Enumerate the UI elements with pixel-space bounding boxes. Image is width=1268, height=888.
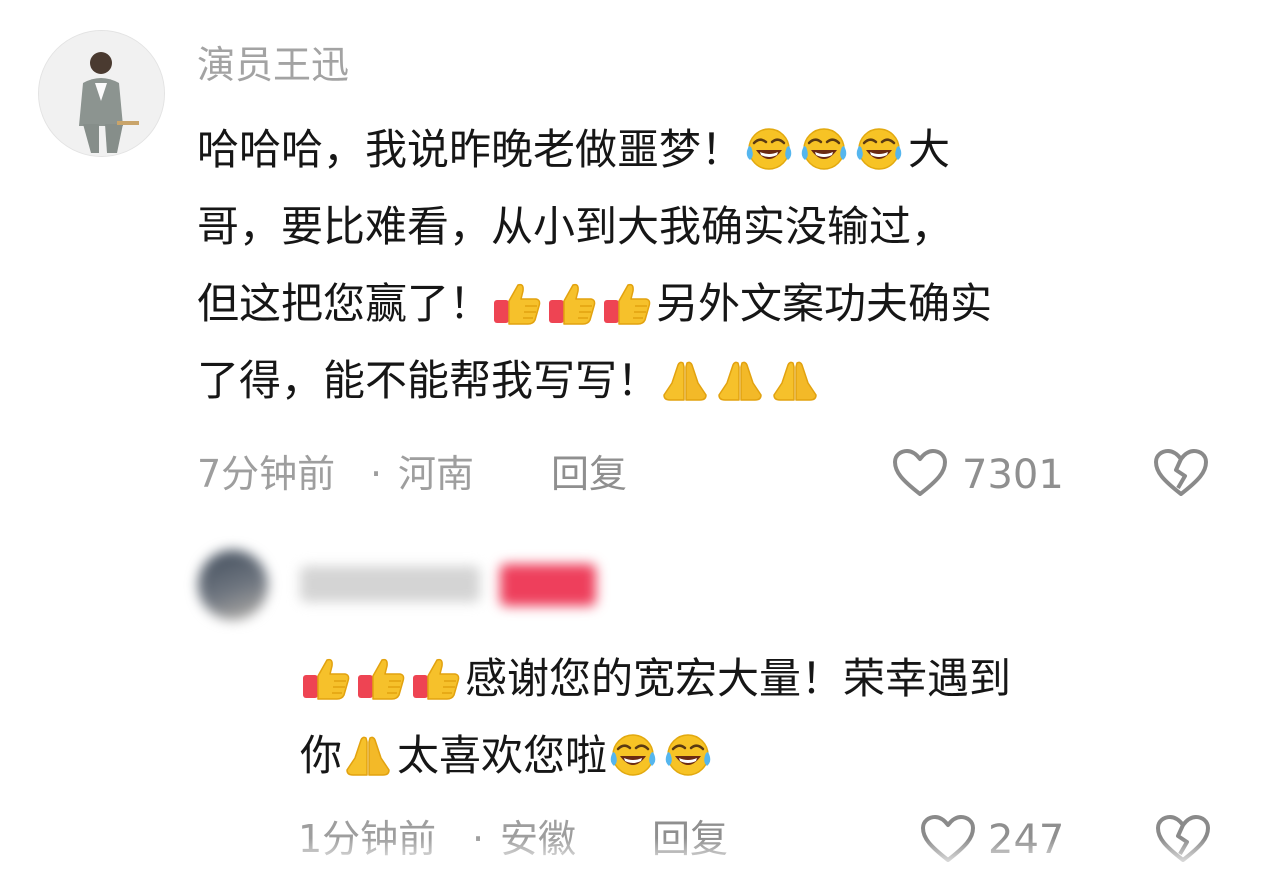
comment-text: 感谢您的宽宏大量！荣幸遇到你 太喜欢您啦 bbox=[300, 640, 1240, 794]
laugh-cry-emoji-icon bbox=[743, 119, 795, 170]
comment-username[interactable] bbox=[300, 566, 480, 602]
comment-location: 河南 bbox=[398, 452, 475, 496]
scroll-fade bbox=[0, 838, 1268, 888]
comment-text-segment: 太喜欢您啦 bbox=[397, 731, 608, 780]
thumbs-up-emoji-icon bbox=[355, 648, 407, 700]
like-count: 7301 bbox=[962, 452, 1064, 498]
comment-time: 7分钟前 bbox=[197, 452, 336, 496]
comment-text-line: 哥，要比难看，从小到大我确实没输过， bbox=[197, 188, 1237, 265]
meta-separator: · bbox=[370, 452, 383, 496]
avatar[interactable] bbox=[198, 550, 268, 620]
reply-comment-item: 感谢您的宽宏大量！荣幸遇到你太喜欢您啦 1分钟前 · 安徽 回复 247 bbox=[0, 520, 1268, 888]
thumbs-up-emoji-icon bbox=[491, 273, 543, 325]
comment-item: 演员王迅 哈哈哈，我说昨晚老做噩梦！ 大哥，要比难看，从小到大我确实没输过， 但这把… bbox=[0, 0, 1268, 520]
pray-emoji-icon bbox=[769, 350, 821, 401]
comment-username[interactable]: 演员王迅 bbox=[197, 46, 349, 84]
laugh-cry-emoji-icon bbox=[853, 119, 905, 170]
comment-text-segment: 但这把您赢了！ bbox=[197, 279, 492, 328]
thumbs-up-emoji-icon bbox=[300, 648, 352, 700]
comment-text-segment: 感谢您的宽宏大量！荣幸遇到 bbox=[465, 654, 1012, 703]
comment-text-line: 了得，能不能帮我写写！ bbox=[197, 342, 1237, 419]
thumbs-up-emoji-icon bbox=[546, 273, 598, 325]
pray-emoji-icon bbox=[342, 725, 394, 776]
comment-text: 哈哈哈，我说昨晚老做噩梦！ 大哥，要比难看，从小到大我确实没输过， 但这把您赢了！ 另… bbox=[197, 111, 1237, 419]
comment-text-line: 但这把您赢了！ 另外文案功夫确实 bbox=[197, 265, 1237, 342]
laugh-cry-emoji-icon bbox=[662, 725, 714, 776]
comment-text-segment: 你 bbox=[300, 731, 343, 780]
comment-text-segment: 哈哈哈，我说昨晚老做噩梦！ bbox=[197, 125, 744, 174]
reply-button[interactable]: 回复 bbox=[551, 455, 627, 493]
thumbs-up-emoji-icon bbox=[601, 273, 653, 325]
avatar-person-icon bbox=[39, 31, 164, 156]
comment-text-line: 你 太喜欢您啦 bbox=[300, 717, 1240, 794]
pray-emoji-icon bbox=[659, 350, 711, 401]
comment-text-segment: 哥，要比难看，从小到大我确实没输过， bbox=[197, 202, 954, 251]
avatar[interactable] bbox=[38, 30, 165, 157]
comment-text-segment: 大 bbox=[908, 125, 951, 174]
laugh-cry-emoji-icon bbox=[798, 119, 850, 170]
thumbs-up-emoji-icon bbox=[410, 648, 462, 700]
user-badge bbox=[500, 564, 596, 606]
pray-emoji-icon bbox=[714, 350, 766, 401]
comment-text-segment: 了得，能不能帮我写写！ bbox=[197, 356, 660, 405]
laugh-cry-emoji-icon bbox=[607, 725, 659, 776]
heart-icon[interactable] bbox=[892, 448, 948, 498]
comment-text-line: 哈哈哈，我说昨晚老做噩梦！ 大 bbox=[197, 111, 1237, 188]
comment-text-segment: 另外文案功夫确实 bbox=[656, 279, 993, 328]
comment-text-line: 感谢您的宽宏大量！荣幸遇到 bbox=[300, 640, 1240, 717]
broken-heart-icon[interactable] bbox=[1153, 448, 1209, 498]
